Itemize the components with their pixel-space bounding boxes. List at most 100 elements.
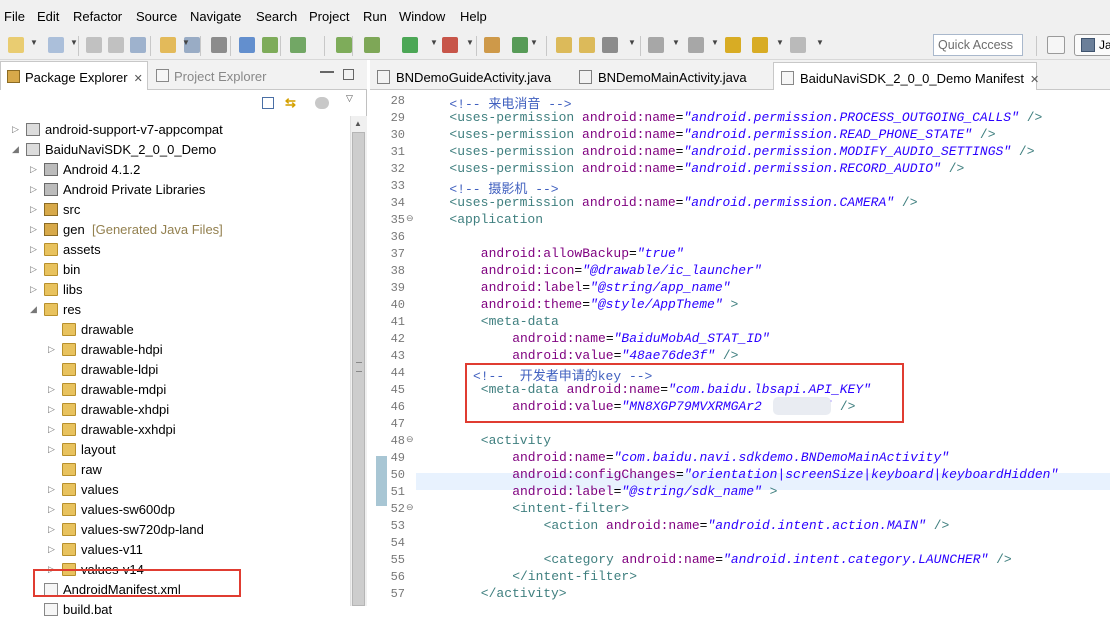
collapsed-arrow-icon[interactable]: ▷ bbox=[30, 164, 37, 175]
collapsed-arrow-icon[interactable]: ▷ bbox=[30, 284, 37, 295]
collapsed-arrow-icon[interactable]: ▷ bbox=[48, 544, 55, 555]
tree-item[interactable]: ▷ drawable-mdpi bbox=[0, 380, 350, 400]
chevron-down-icon[interactable]: ▼ bbox=[776, 38, 784, 47]
open-perspective-icon[interactable] bbox=[1047, 36, 1065, 54]
scroll-up-icon[interactable]: ▲ bbox=[354, 119, 362, 128]
back-icon[interactable] bbox=[752, 37, 768, 53]
chevron-down-icon[interactable]: ▼ bbox=[816, 38, 824, 47]
tree-item[interactable]: ▷ drawable-xhdpi bbox=[0, 400, 350, 420]
external-tools-icon[interactable] bbox=[442, 37, 458, 53]
tree-item[interactable]: ◢ res bbox=[0, 300, 350, 320]
menu-source[interactable]: Source bbox=[136, 9, 177, 24]
tab-package-explorer[interactable]: Package Explorer ✕ bbox=[0, 61, 148, 90]
menu-help[interactable]: Help bbox=[460, 9, 487, 24]
chevron-down-icon[interactable]: ▼ bbox=[466, 38, 474, 47]
tree-item[interactable]: ▷ values-v11 bbox=[0, 540, 350, 560]
chevron-down-icon[interactable]: ▼ bbox=[672, 38, 680, 47]
open-type-icon[interactable] bbox=[160, 37, 176, 53]
collapsed-arrow-icon[interactable]: ▷ bbox=[48, 344, 55, 355]
print-icon[interactable] bbox=[130, 37, 146, 53]
collapsed-arrow-icon[interactable]: ▷ bbox=[48, 524, 55, 535]
toggle-icon[interactable] bbox=[648, 37, 664, 53]
new-type-icon[interactable] bbox=[48, 37, 64, 53]
lint-icon[interactable] bbox=[290, 37, 306, 53]
menu-file[interactable]: File bbox=[4, 9, 25, 24]
skip-breakpoints-icon[interactable] bbox=[211, 37, 227, 53]
tree-item[interactable]: drawable-ldpi bbox=[0, 360, 350, 380]
collapse-all-icon[interactable] bbox=[262, 97, 274, 109]
collapsed-arrow-icon[interactable]: ▷ bbox=[30, 244, 37, 255]
tree-item[interactable]: raw bbox=[0, 460, 350, 480]
tree-item[interactable]: ▷ gen [Generated Java Files] bbox=[0, 220, 350, 240]
save-icon[interactable] bbox=[86, 37, 102, 53]
chevron-down-icon[interactable]: ▼ bbox=[70, 38, 78, 47]
tab-bndemomainactivity[interactable]: BNDemoMainActivity.java bbox=[572, 62, 768, 90]
close-icon[interactable]: ✕ bbox=[1030, 74, 1039, 86]
collapsed-arrow-icon[interactable]: ▷ bbox=[48, 384, 55, 395]
collapsed-arrow-icon[interactable]: ▷ bbox=[30, 184, 37, 195]
minimize-icon[interactable] bbox=[320, 71, 334, 83]
link-with-editor-icon[interactable]: ⇆ bbox=[285, 95, 301, 110]
close-icon[interactable]: ✕ bbox=[134, 73, 143, 85]
tree-item[interactable]: ▷ drawable-xxhdpi bbox=[0, 420, 350, 440]
tree-item[interactable]: ▷ Android Private Libraries bbox=[0, 180, 350, 200]
code-editor[interactable]: <!-- 来电消音 --> <uses-permission android:na… bbox=[416, 90, 1110, 606]
menu-search[interactable]: Search bbox=[256, 9, 297, 24]
expanded-arrow-icon[interactable]: ◢ bbox=[12, 144, 19, 155]
new-class-icon[interactable] bbox=[512, 37, 528, 53]
collapsed-arrow-icon[interactable]: ▷ bbox=[48, 424, 55, 435]
tree-item[interactable]: ▷ bin bbox=[0, 260, 350, 280]
tree-item[interactable]: ▷ layout bbox=[0, 440, 350, 460]
sdk-manager-icon[interactable] bbox=[239, 37, 255, 53]
last-edit-icon[interactable] bbox=[725, 37, 741, 53]
collapsed-arrow-icon[interactable]: ▷ bbox=[48, 404, 55, 415]
menu-project[interactable]: Project bbox=[309, 9, 349, 24]
collapsed-arrow-icon[interactable]: ▷ bbox=[30, 204, 37, 215]
tree-item[interactable]: ▷ assets bbox=[0, 240, 350, 260]
annotation-icon[interactable] bbox=[688, 37, 704, 53]
menu-run[interactable]: Run bbox=[363, 9, 387, 24]
tree-item[interactable]: drawable bbox=[0, 320, 350, 340]
tree-item[interactable]: ▷ libs bbox=[0, 280, 350, 300]
chevron-down-icon[interactable]: ▼ bbox=[628, 38, 636, 47]
view-menu-icon[interactable] bbox=[315, 97, 329, 109]
quick-access-input[interactable]: Quick Access bbox=[933, 34, 1023, 56]
tab-bndemoguideactivity[interactable]: BNDemoGuideActivity.java bbox=[370, 62, 566, 90]
tree-item[interactable]: ◢ BaiduNaviSDK_2_0_0_Demo bbox=[0, 140, 350, 160]
chevron-down-icon[interactable]: ▼ bbox=[430, 38, 438, 47]
tree-item[interactable]: ▷ values bbox=[0, 480, 350, 500]
forward-icon[interactable] bbox=[790, 37, 806, 53]
new-icon[interactable] bbox=[8, 37, 24, 53]
chevron-down-icon[interactable]: ▼ bbox=[530, 38, 538, 47]
menu-refactor[interactable]: Refactor bbox=[73, 9, 122, 24]
open-resource-icon[interactable] bbox=[556, 37, 572, 53]
chevron-down-icon[interactable]: ▼ bbox=[30, 38, 38, 47]
fold-toggle-icon[interactable]: ⊖ bbox=[406, 434, 414, 445]
collapsed-arrow-icon[interactable]: ▷ bbox=[30, 224, 37, 235]
tree-item[interactable]: ▷ android-support-v7-appcompat bbox=[0, 120, 350, 140]
java-perspective-button[interactable]: Ja bbox=[1074, 34, 1110, 56]
expanded-arrow-icon[interactable]: ◢ bbox=[30, 304, 37, 315]
scrollbar-thumb[interactable] bbox=[352, 132, 365, 606]
menu-edit[interactable]: Edit bbox=[37, 9, 59, 24]
edit-icon[interactable] bbox=[602, 37, 618, 53]
fold-toggle-icon[interactable]: ⊖ bbox=[406, 213, 414, 224]
open-folder-icon[interactable] bbox=[579, 37, 595, 53]
tree-item[interactable]: ▷ src bbox=[0, 200, 350, 220]
avd-manager-icon[interactable] bbox=[262, 37, 278, 53]
tab-manifest[interactable]: BaiduNaviSDK_2_0_0_Demo Manifest ✕ bbox=[773, 62, 1039, 90]
collapsed-arrow-icon[interactable]: ▷ bbox=[48, 504, 55, 515]
tab-project-explorer[interactable]: Project Explorer bbox=[150, 61, 280, 90]
tree-item[interactable]: ▷ drawable-hdpi bbox=[0, 340, 350, 360]
chevron-down-icon[interactable]: ▽ bbox=[346, 93, 360, 105]
maximize-icon[interactable] bbox=[343, 69, 354, 80]
new-project-icon[interactable] bbox=[336, 37, 352, 53]
chevron-down-icon[interactable]: ▼ bbox=[711, 38, 719, 47]
tree-item[interactable]: ▷ Android 4.1.2 bbox=[0, 160, 350, 180]
save-all-icon[interactable] bbox=[108, 37, 124, 53]
tree-item[interactable]: ▷ values-sw600dp bbox=[0, 500, 350, 520]
menu-window[interactable]: Window bbox=[399, 9, 445, 24]
menu-navigate[interactable]: Navigate bbox=[190, 9, 241, 24]
tree-item[interactable]: build.bat bbox=[0, 600, 350, 620]
debug-icon[interactable] bbox=[364, 37, 380, 53]
